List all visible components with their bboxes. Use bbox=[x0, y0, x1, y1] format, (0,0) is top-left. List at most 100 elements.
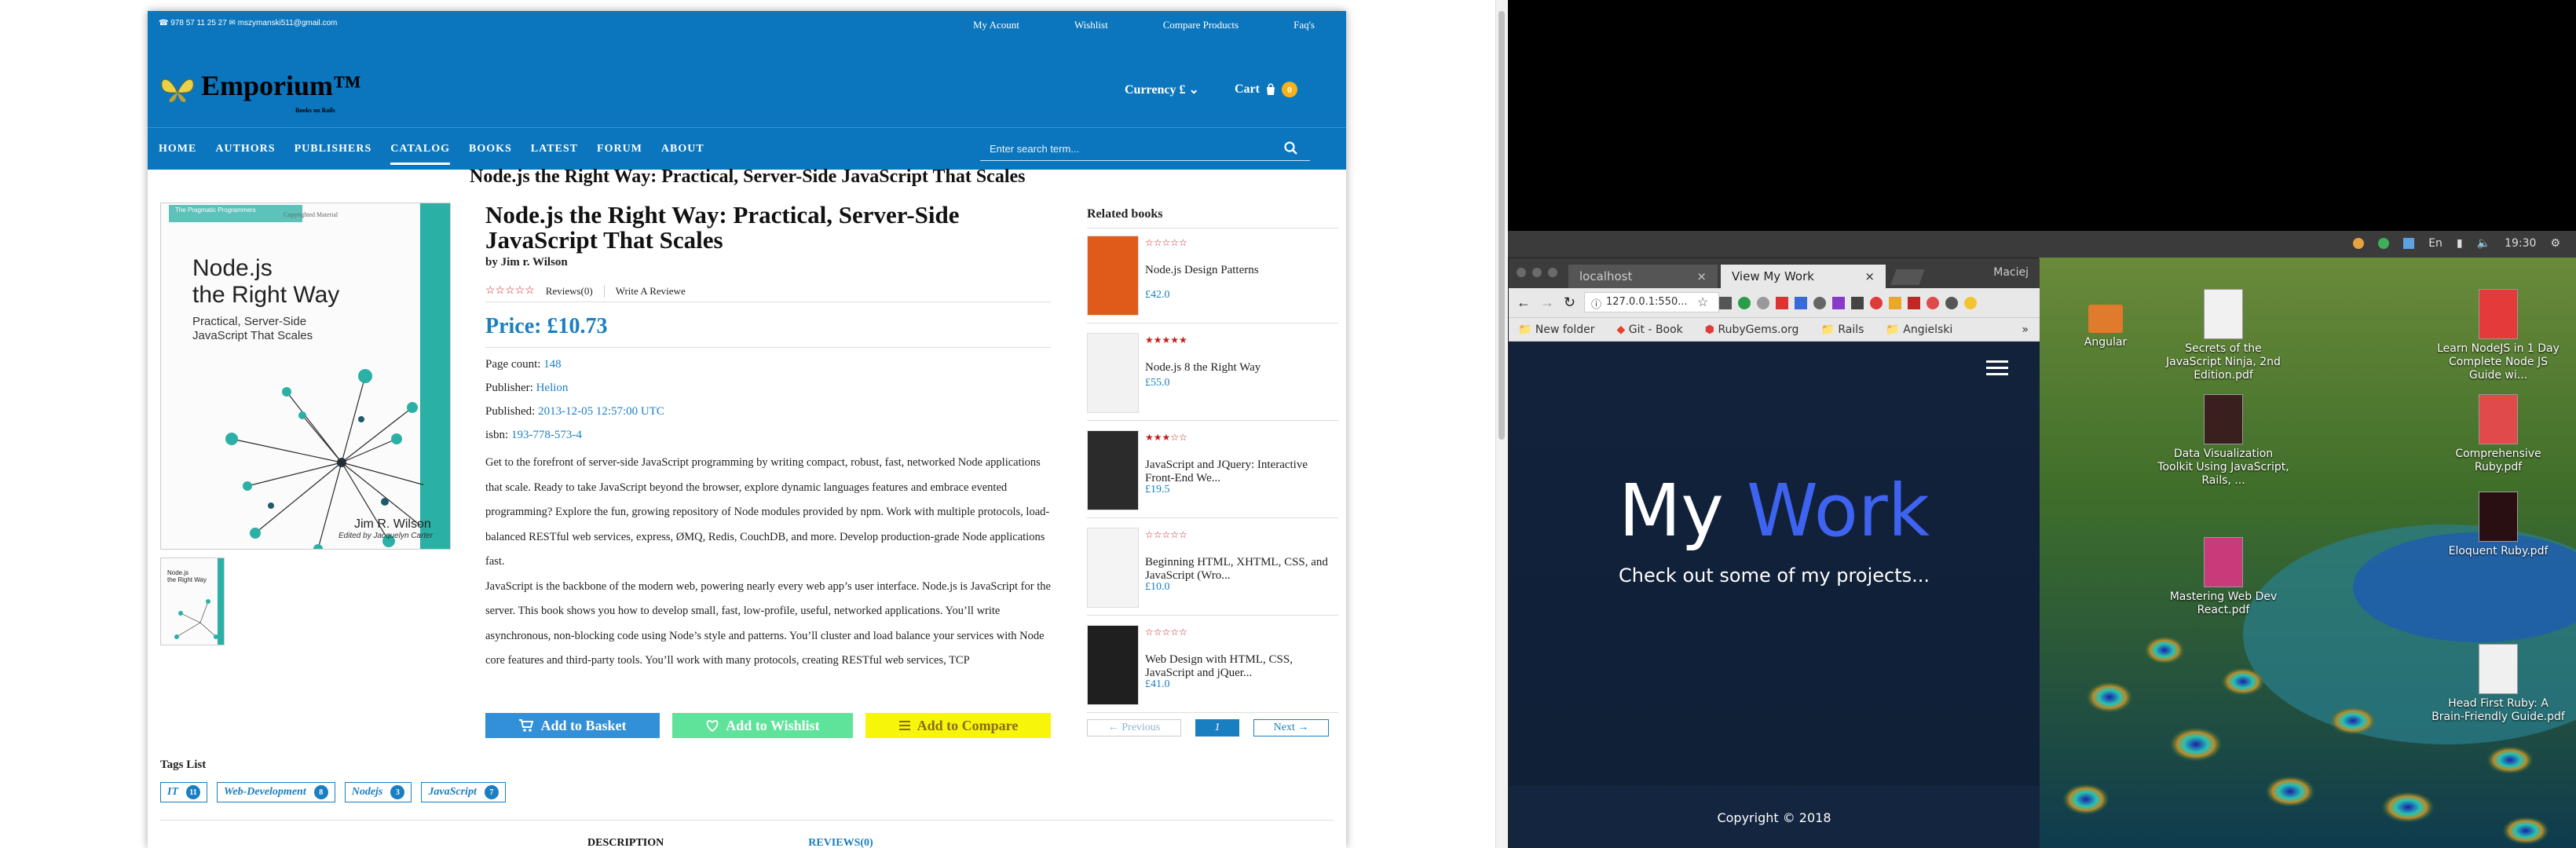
extension-icon[interactable] bbox=[1889, 297, 1901, 309]
maximize-window-button[interactable] bbox=[1548, 268, 1557, 277]
bookmark-new-folder[interactable]: 📁 New folder bbox=[1518, 323, 1595, 336]
pagination-previous[interactable]: ← Previous bbox=[1087, 719, 1181, 737]
back-icon[interactable]: ← bbox=[1517, 294, 1531, 311]
hamburger-menu-icon[interactable] bbox=[1986, 360, 2008, 375]
faq-link[interactable]: Faq's bbox=[1293, 19, 1315, 31]
butterfly-logo-icon[interactable] bbox=[159, 69, 196, 104]
isbn-value[interactable]: 193-778-573-4 bbox=[511, 429, 582, 441]
desktop-icon-head-first-ruby[interactable]: Head First Ruby: A Brain-Friendly Guide.… bbox=[2431, 644, 2565, 724]
close-tab-icon[interactable]: × bbox=[1864, 269, 1875, 283]
tab-reviews[interactable]: REVIEWS(0) bbox=[808, 837, 873, 848]
nav-forum[interactable]: FORUM bbox=[597, 129, 642, 170]
desktop-icon-comprehensive-ruby[interactable]: Comprehensive Ruby.pdf bbox=[2431, 394, 2565, 474]
nav-about[interactable]: ABOUT bbox=[661, 129, 704, 170]
extension-icon[interactable] bbox=[1832, 297, 1845, 309]
book-author[interactable]: by Jim r. Wilson bbox=[485, 256, 568, 269]
desktop-icon-learn-nodejs[interactable]: Learn NodeJS in 1 Day Complete Node JS G… bbox=[2431, 289, 2565, 382]
extension-icon[interactable] bbox=[1964, 297, 1977, 309]
gear-icon[interactable]: ⚙ bbox=[2550, 237, 2560, 250]
tag-it[interactable]: IT 11 bbox=[160, 782, 207, 802]
related-book-title[interactable]: Beginning HTML, XHTML, CSS, and JavaScri… bbox=[1145, 556, 1334, 583]
nav-authors[interactable]: AUTHORS bbox=[215, 129, 275, 170]
nav-home[interactable]: HOME bbox=[159, 129, 196, 170]
related-book-item[interactable]: ☆☆☆☆☆ Beginning HTML, XHTML, CSS, and Jav… bbox=[1087, 521, 1338, 616]
extension-icon[interactable] bbox=[1776, 297, 1788, 309]
dropbox-tray-icon[interactable] bbox=[2403, 238, 2415, 249]
tag-web-development[interactable]: Web-Development 8 bbox=[217, 782, 335, 802]
published-value[interactable]: 2013-12-05 12:57:00 UTC bbox=[538, 405, 664, 418]
related-book-title[interactable]: JavaScript and JQuery: Interactive Front… bbox=[1145, 459, 1334, 485]
related-book-item[interactable]: ☆☆☆☆☆ Web Design with HTML, CSS, JavaScri… bbox=[1087, 619, 1338, 713]
desktop-icon-angular[interactable]: Angular bbox=[2039, 305, 2172, 349]
reload-icon[interactable]: ↻ bbox=[1564, 294, 1575, 311]
update-tray-icon[interactable] bbox=[2378, 238, 2390, 249]
close-window-button[interactable] bbox=[1517, 268, 1526, 277]
pagination-page-1[interactable]: 1 bbox=[1195, 719, 1239, 737]
add-to-wishlist-button[interactable]: Add to Wishlist bbox=[672, 713, 853, 738]
clock[interactable]: 19:30 bbox=[2505, 237, 2536, 250]
currency-dropdown[interactable]: Currency £ ⌄ bbox=[1125, 82, 1199, 97]
tag-javascript[interactable]: JavaScript 7 bbox=[421, 782, 506, 802]
extension-icon[interactable] bbox=[1870, 297, 1883, 309]
related-book-title[interactable]: Node.js Design Patterns bbox=[1145, 264, 1334, 277]
bookmark-angielski[interactable]: 📁 Angielski bbox=[1886, 323, 1952, 336]
battery-icon[interactable]: ▮ bbox=[2457, 237, 2463, 250]
volume-icon[interactable]: 🔈 bbox=[2477, 237, 2490, 250]
bookmark-rubygems[interactable]: ⬢ RubyGems.org bbox=[1705, 323, 1799, 336]
close-tab-icon[interactable]: × bbox=[1696, 269, 1707, 283]
extension-icon[interactable] bbox=[1908, 297, 1920, 309]
tab-view-my-work[interactable]: View My Work × bbox=[1721, 265, 1886, 288]
extension-icon[interactable] bbox=[1927, 297, 1939, 309]
my-account-link[interactable]: My Acount bbox=[973, 19, 1019, 31]
scrollbar-thumb[interactable] bbox=[1498, 11, 1505, 440]
publisher-link[interactable]: Helion bbox=[536, 382, 569, 394]
related-book-cover[interactable] bbox=[1087, 625, 1139, 705]
book-cover-image[interactable]: Node.js the Right Way Practical, Server-S… bbox=[160, 203, 451, 550]
extension-icon[interactable] bbox=[1719, 297, 1732, 309]
related-book-item[interactable]: ★★★☆☆ JavaScript and JQuery: Interactive … bbox=[1087, 424, 1338, 518]
desktop-icon-mastering-react[interactable]: Mastering Web Dev React.pdf bbox=[2157, 537, 2290, 617]
extension-icon[interactable] bbox=[1945, 297, 1958, 309]
related-book-item[interactable]: ★★★★★ Node.js 8 the Right Way £55.0 bbox=[1087, 327, 1338, 421]
related-book-title[interactable]: Node.js 8 the Right Way bbox=[1145, 361, 1334, 375]
nav-catalog[interactable]: CATALOG bbox=[390, 129, 450, 170]
extension-icon[interactable] bbox=[1851, 297, 1864, 309]
book-thumbnail[interactable]: Node.js the Right Way bbox=[160, 557, 225, 645]
desktop-icon-data-viz[interactable]: Data Visualization Toolkit Using JavaScr… bbox=[2157, 394, 2290, 488]
minimize-window-button[interactable] bbox=[1532, 268, 1542, 277]
nav-latest[interactable]: LATEST bbox=[531, 129, 578, 170]
bookmark-star-icon[interactable]: ☆ bbox=[1697, 294, 1708, 310]
desktop-icon-eloquent-ruby[interactable]: Eloquent Ruby.pdf bbox=[2431, 492, 2565, 558]
brand-title[interactable]: Emporium™ bbox=[201, 69, 361, 102]
page-count-value[interactable]: 148 bbox=[543, 358, 562, 371]
related-book-cover[interactable] bbox=[1087, 236, 1139, 316]
search-icon[interactable] bbox=[1283, 141, 1299, 156]
extension-icon[interactable] bbox=[1795, 297, 1807, 309]
chrome-tray-icon[interactable] bbox=[2353, 238, 2365, 249]
related-book-cover[interactable] bbox=[1087, 528, 1139, 608]
language-indicator[interactable]: En bbox=[2428, 237, 2442, 250]
add-to-compare-button[interactable]: Add to Compare bbox=[865, 713, 1051, 738]
extension-icon[interactable] bbox=[1813, 297, 1826, 309]
desktop-icon-js-ninja[interactable]: Secrets of the JavaScript Ninja, 2nd Edi… bbox=[2157, 289, 2290, 382]
related-book-cover[interactable] bbox=[1087, 430, 1139, 510]
tag-nodejs[interactable]: Nodejs 3 bbox=[344, 782, 412, 802]
profile-name[interactable]: Maciej bbox=[1993, 266, 2029, 279]
nav-publishers[interactable]: PUBLISHERS bbox=[295, 129, 372, 170]
related-book-item[interactable]: ☆☆☆☆☆ Node.js Design Patterns £42.0 bbox=[1087, 229, 1338, 323]
tab-description[interactable]: DESCRIPTION bbox=[587, 837, 664, 848]
write-review-link[interactable]: Write A Reviewe bbox=[603, 284, 686, 298]
extension-icon[interactable] bbox=[1738, 297, 1751, 309]
cart-button[interactable]: Cart 0 bbox=[1235, 82, 1297, 97]
compare-products-link[interactable]: Compare Products bbox=[1163, 19, 1239, 31]
extension-icon[interactable] bbox=[1757, 297, 1769, 309]
forward-icon[interactable]: → bbox=[1540, 294, 1554, 311]
reviews-count[interactable]: Reviews(0) bbox=[546, 285, 593, 298]
more-bookmarks-icon[interactable]: » bbox=[2022, 323, 2029, 336]
add-to-basket-button[interactable]: Add to Basket bbox=[485, 713, 660, 738]
related-book-cover[interactable] bbox=[1087, 333, 1139, 413]
bookmark-git-book[interactable]: ◆ Git - Book bbox=[1617, 323, 1683, 336]
nav-books[interactable]: BOOKS bbox=[469, 129, 512, 170]
tab-localhost[interactable]: localhost × bbox=[1568, 265, 1718, 288]
bookmark-rails[interactable]: 📁 Rails bbox=[1820, 323, 1864, 336]
